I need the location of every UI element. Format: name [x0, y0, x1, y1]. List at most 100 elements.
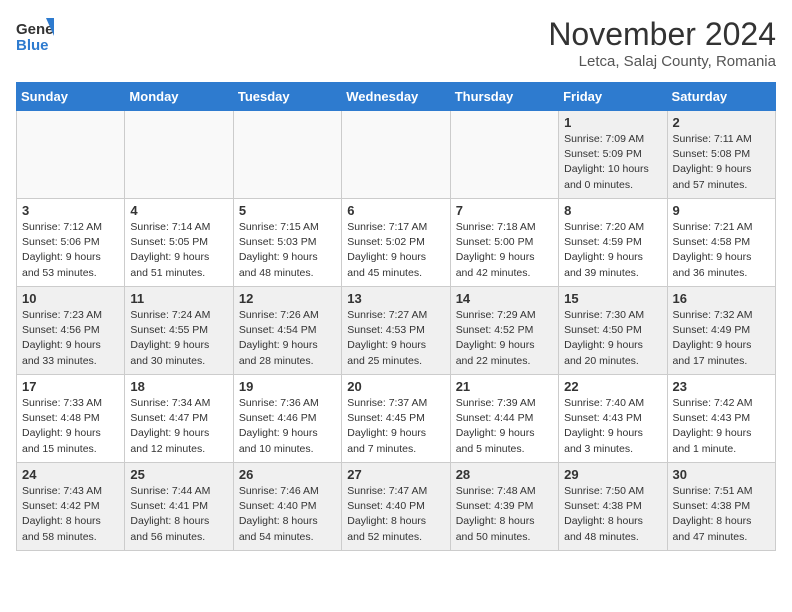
calendar-subtitle: Letca, Salaj County, Romania	[548, 53, 776, 70]
day-number: 14	[456, 291, 553, 306]
day-info: Sunrise: 7:44 AM Sunset: 4:41 PM Dayligh…	[130, 484, 227, 545]
calendar-cell: 9 Sunrise: 7:21 AM Sunset: 4:58 PM Daylig…	[667, 199, 775, 287]
calendar-week-row: 17Sunrise: 7:33 AM Sunset: 4:48 PM Dayli…	[17, 375, 776, 463]
calendar-week-row: 3 Sunrise: 7:12 AM Sunset: 5:06 PM Daylig…	[17, 199, 776, 287]
calendar-cell: 6 Sunrise: 7:17 AM Sunset: 5:02 PM Daylig…	[342, 199, 450, 287]
calendar-cell: 2 Sunrise: 7:11 AM Sunset: 5:08 PM Daylig…	[667, 111, 775, 199]
day-info: Sunrise: 7:09 AM Sunset: 5:09 PM Dayligh…	[564, 132, 661, 193]
day-info: Sunrise: 7:42 AM Sunset: 4:43 PM Dayligh…	[673, 396, 770, 457]
day-number: 15	[564, 291, 661, 306]
calendar-cell: 16Sunrise: 7:32 AM Sunset: 4:49 PM Dayli…	[667, 287, 775, 375]
svg-text:Blue: Blue	[16, 37, 49, 54]
calendar-cell: 19 Sunrise: 7:36 AM Sunset: 4:46 PM Dayli…	[233, 375, 341, 463]
calendar-cell	[17, 111, 125, 199]
calendar-cell: 12 Sunrise: 7:26 AM Sunset: 4:54 PM Dayli…	[233, 287, 341, 375]
day-info: Sunrise: 7:34 AM Sunset: 4:47 PM Dayligh…	[130, 396, 227, 457]
calendar-cell: 27 Sunrise: 7:47 AM Sunset: 4:40 PM Dayli…	[342, 463, 450, 551]
day-info: Sunrise: 7:33 AM Sunset: 4:48 PM Dayligh…	[22, 396, 119, 457]
calendar-cell: 8Sunrise: 7:20 AM Sunset: 4:59 PM Daylig…	[559, 199, 667, 287]
day-info: Sunrise: 7:48 AM Sunset: 4:39 PM Dayligh…	[456, 484, 553, 545]
day-info: Sunrise: 7:11 AM Sunset: 5:08 PM Dayligh…	[673, 132, 770, 193]
calendar-cell	[125, 111, 233, 199]
day-number: 10	[22, 291, 119, 306]
day-info: Sunrise: 7:36 AM Sunset: 4:46 PM Dayligh…	[239, 396, 336, 457]
day-number: 27	[347, 467, 444, 482]
calendar-title: November 2024	[548, 16, 776, 53]
calendar-cell: 14 Sunrise: 7:29 AM Sunset: 4:52 PM Dayli…	[450, 287, 558, 375]
day-number: 1	[564, 115, 661, 130]
day-info: Sunrise: 7:18 AM Sunset: 5:00 PM Dayligh…	[456, 220, 553, 281]
calendar-cell: 5Sunrise: 7:15 AM Sunset: 5:03 PM Daylig…	[233, 199, 341, 287]
day-number: 12	[239, 291, 336, 306]
calendar-cell: 23Sunrise: 7:42 AM Sunset: 4:43 PM Dayli…	[667, 375, 775, 463]
weekday-header-row: SundayMondayTuesdayWednesdayThursdayFrid…	[17, 83, 776, 111]
weekday-header-cell: Tuesday	[233, 83, 341, 111]
day-info: Sunrise: 7:21 AM Sunset: 4:58 PM Dayligh…	[673, 220, 770, 281]
calendar-cell: 26 Sunrise: 7:46 AM Sunset: 4:40 PM Dayli…	[233, 463, 341, 551]
calendar-cell: 1 Sunrise: 7:09 AM Sunset: 5:09 PM Daylig…	[559, 111, 667, 199]
day-info: Sunrise: 7:14 AM Sunset: 5:05 PM Dayligh…	[130, 220, 227, 281]
header: General Blue November 2024 Letca, Salaj …	[16, 16, 776, 70]
calendar-cell: 15Sunrise: 7:30 AM Sunset: 4:50 PM Dayli…	[559, 287, 667, 375]
day-number: 24	[22, 467, 119, 482]
day-number: 16	[673, 291, 770, 306]
calendar-cell: 28 Sunrise: 7:48 AM Sunset: 4:39 PM Dayli…	[450, 463, 558, 551]
day-info: Sunrise: 7:26 AM Sunset: 4:54 PM Dayligh…	[239, 308, 336, 369]
day-info: Sunrise: 7:23 AM Sunset: 4:56 PM Dayligh…	[22, 308, 119, 369]
logo: General Blue	[16, 16, 54, 54]
weekday-header-cell: Friday	[559, 83, 667, 111]
day-number: 30	[673, 467, 770, 482]
day-number: 11	[130, 291, 227, 306]
day-info: Sunrise: 7:39 AM Sunset: 4:44 PM Dayligh…	[456, 396, 553, 457]
day-number: 25	[130, 467, 227, 482]
calendar-table: SundayMondayTuesdayWednesdayThursdayFrid…	[16, 82, 776, 551]
calendar-week-row: 24 Sunrise: 7:43 AM Sunset: 4:42 PM Dayli…	[17, 463, 776, 551]
day-number: 29	[564, 467, 661, 482]
calendar-week-row: 10 Sunrise: 7:23 AM Sunset: 4:56 PM Dayli…	[17, 287, 776, 375]
calendar-cell	[450, 111, 558, 199]
calendar-cell: 17Sunrise: 7:33 AM Sunset: 4:48 PM Dayli…	[17, 375, 125, 463]
day-number: 6	[347, 203, 444, 218]
day-number: 26	[239, 467, 336, 482]
day-info: Sunrise: 7:47 AM Sunset: 4:40 PM Dayligh…	[347, 484, 444, 545]
logo-icon: General Blue	[16, 16, 54, 54]
day-info: Sunrise: 7:12 AM Sunset: 5:06 PM Dayligh…	[22, 220, 119, 281]
calendar-cell: 18 Sunrise: 7:34 AM Sunset: 4:47 PM Dayli…	[125, 375, 233, 463]
day-info: Sunrise: 7:27 AM Sunset: 4:53 PM Dayligh…	[347, 308, 444, 369]
calendar-cell: 13Sunrise: 7:27 AM Sunset: 4:53 PM Dayli…	[342, 287, 450, 375]
calendar-cell: 10 Sunrise: 7:23 AM Sunset: 4:56 PM Dayli…	[17, 287, 125, 375]
day-info: Sunrise: 7:40 AM Sunset: 4:43 PM Dayligh…	[564, 396, 661, 457]
day-number: 18	[130, 379, 227, 394]
calendar-cell	[342, 111, 450, 199]
calendar-cell: 11 Sunrise: 7:24 AM Sunset: 4:55 PM Dayli…	[125, 287, 233, 375]
day-number: 3	[22, 203, 119, 218]
day-info: Sunrise: 7:20 AM Sunset: 4:59 PM Dayligh…	[564, 220, 661, 281]
calendar-cell: 7 Sunrise: 7:18 AM Sunset: 5:00 PM Daylig…	[450, 199, 558, 287]
day-number: 19	[239, 379, 336, 394]
svg-text:General: General	[16, 21, 54, 38]
day-number: 22	[564, 379, 661, 394]
calendar-cell: 4 Sunrise: 7:14 AM Sunset: 5:05 PM Daylig…	[125, 199, 233, 287]
calendar-cell: 24 Sunrise: 7:43 AM Sunset: 4:42 PM Dayli…	[17, 463, 125, 551]
day-number: 4	[130, 203, 227, 218]
calendar-cell	[233, 111, 341, 199]
day-info: Sunrise: 7:29 AM Sunset: 4:52 PM Dayligh…	[456, 308, 553, 369]
day-number: 2	[673, 115, 770, 130]
calendar-week-row: 1 Sunrise: 7:09 AM Sunset: 5:09 PM Daylig…	[17, 111, 776, 199]
day-info: Sunrise: 7:17 AM Sunset: 5:02 PM Dayligh…	[347, 220, 444, 281]
day-info: Sunrise: 7:24 AM Sunset: 4:55 PM Dayligh…	[130, 308, 227, 369]
day-info: Sunrise: 7:51 AM Sunset: 4:38 PM Dayligh…	[673, 484, 770, 545]
day-info: Sunrise: 7:50 AM Sunset: 4:38 PM Dayligh…	[564, 484, 661, 545]
calendar-cell: 30 Sunrise: 7:51 AM Sunset: 4:38 PM Dayli…	[667, 463, 775, 551]
day-number: 7	[456, 203, 553, 218]
weekday-header-cell: Sunday	[17, 83, 125, 111]
day-number: 9	[673, 203, 770, 218]
weekday-header-cell: Monday	[125, 83, 233, 111]
day-info: Sunrise: 7:46 AM Sunset: 4:40 PM Dayligh…	[239, 484, 336, 545]
day-info: Sunrise: 7:15 AM Sunset: 5:03 PM Dayligh…	[239, 220, 336, 281]
calendar-cell: 29 Sunrise: 7:50 AM Sunset: 4:38 PM Dayli…	[559, 463, 667, 551]
day-number: 28	[456, 467, 553, 482]
weekday-header-cell: Wednesday	[342, 83, 450, 111]
calendar-body: 1 Sunrise: 7:09 AM Sunset: 5:09 PM Daylig…	[17, 111, 776, 551]
day-info: Sunrise: 7:43 AM Sunset: 4:42 PM Dayligh…	[22, 484, 119, 545]
